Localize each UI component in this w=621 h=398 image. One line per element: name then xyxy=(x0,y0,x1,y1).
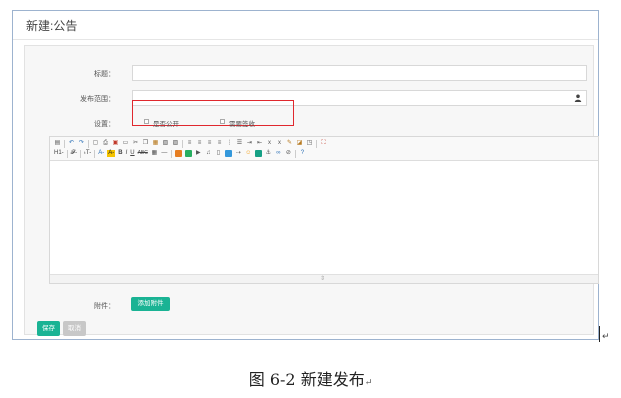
source-icon[interactable]: ▤ xyxy=(54,140,61,147)
scope-label: 发布范围： xyxy=(80,96,115,103)
link-icon[interactable]: ∞ xyxy=(275,150,282,157)
template-icon[interactable]: ▭ xyxy=(122,140,129,147)
public-checkbox-label: 是否公开 xyxy=(153,121,179,128)
toolbar-separator xyxy=(170,149,172,158)
receipt-checkbox-label: 需要签收 xyxy=(229,121,255,128)
editor-content-area[interactable] xyxy=(50,161,598,274)
attachment-label: 附件： xyxy=(94,303,115,310)
toolbar-separator xyxy=(64,139,65,148)
settings-label: 设置： xyxy=(94,121,115,128)
heading-dropdown[interactable]: H1- xyxy=(54,150,64,157)
toolbar-separator xyxy=(294,149,296,158)
add-attachment-button[interactable]: 添加附件 xyxy=(131,297,170,311)
unordered-list-icon[interactable]: ☰ xyxy=(236,140,243,147)
paste-word-icon[interactable]: ▨ xyxy=(172,140,179,147)
subscript-icon[interactable]: x xyxy=(266,140,273,147)
font-size-dropdown[interactable]: ₜT- xyxy=(84,150,91,157)
cancel-button[interactable]: 取消 xyxy=(63,321,86,336)
figure-caption: 图 6-2 新建发布↵ xyxy=(0,366,621,390)
dialog-title: 新建:公告 xyxy=(26,19,78,33)
fullscreen-icon[interactable]: ⛶ xyxy=(320,140,327,147)
ordered-list-icon[interactable]: ⋮ xyxy=(226,140,233,147)
map-icon[interactable] xyxy=(254,150,262,157)
toolbar-separator xyxy=(94,149,96,158)
redo-icon[interactable]: ↷ xyxy=(78,140,85,147)
new-doc-icon[interactable]: ▢ xyxy=(92,140,99,147)
form-panel: 标题： 发布范围： 设置： 是否公开 需要签收 ▤ ↶ ↷ ▢ ⎙ ▣ ▭ ✂ … xyxy=(24,45,599,336)
paste-icon[interactable]: ▦ xyxy=(152,140,159,147)
outdent-icon[interactable]: ⇤ xyxy=(256,140,263,147)
help-icon[interactable]: ? xyxy=(299,150,306,157)
unlink-icon[interactable]: ⊘ xyxy=(285,150,292,157)
save-button[interactable]: 保存 xyxy=(37,321,60,336)
rich-text-editor: ▤ ↶ ↷ ▢ ⎙ ▣ ▭ ✂ ❐ ▦ ▧ ▨ ≡ ≡ ≡ ≡ ⋮ ☰ ⇥ ⇤ … xyxy=(49,136,599,284)
insert-file-icon[interactable]: ▯ xyxy=(215,150,222,157)
underline-button[interactable]: U xyxy=(130,150,134,157)
editor-statusbar: ⇕ xyxy=(50,274,598,283)
cut-icon[interactable]: ✂ xyxy=(132,140,139,147)
toolbar-row-2: H1- 𝓕- ₜT- A- A- B I U ABC ▦ ― ▶ ♫ ▯ ⇢ ☺… xyxy=(54,149,594,158)
media-icon[interactable]: ♫ xyxy=(205,150,212,157)
code-icon[interactable] xyxy=(224,150,232,157)
user-picker-icon[interactable] xyxy=(574,94,582,102)
paste-text-icon[interactable]: ▧ xyxy=(162,140,169,147)
align-left-icon[interactable]: ≡ xyxy=(186,140,193,147)
title-divider xyxy=(13,39,598,40)
select-all-icon[interactable]: ◳ xyxy=(306,140,313,147)
toolbar-separator xyxy=(88,139,89,148)
strikethrough-button[interactable]: ABC xyxy=(138,150,148,157)
anchor-icon[interactable]: ⚓ xyxy=(265,150,272,157)
text-cursor xyxy=(599,326,600,342)
emoticon-icon[interactable]: ☺ xyxy=(245,150,252,157)
undo-icon[interactable]: ↶ xyxy=(68,140,75,147)
indent-icon[interactable]: ⇥ xyxy=(246,140,253,147)
align-center-icon[interactable]: ≡ xyxy=(196,140,203,147)
preview-icon[interactable]: ▣ xyxy=(112,140,119,147)
flash-icon[interactable]: ▶ xyxy=(195,150,202,157)
toolbar-separator xyxy=(316,139,317,148)
toolbar-row-1: ▤ ↶ ↷ ▢ ⎙ ▣ ▭ ✂ ❐ ▦ ▧ ▨ ≡ ≡ ≡ ≡ ⋮ ☰ ⇥ ⇤ … xyxy=(54,139,594,148)
toolbar-separator xyxy=(182,139,183,148)
bold-button[interactable]: B xyxy=(118,150,122,157)
public-checkbox[interactable] xyxy=(144,119,149,124)
paragraph-mark: ↵ xyxy=(602,331,610,341)
dialog-window: 新建:公告 标题： 发布范围： 设置： 是否公开 需要签收 ▤ ↶ ↷ ▢ ⎙ … xyxy=(12,10,599,340)
receipt-checkbox[interactable] xyxy=(220,119,225,124)
copy-icon[interactable]: ❐ xyxy=(142,140,149,147)
background-color-button[interactable]: A- xyxy=(107,150,116,157)
title-label: 标题： xyxy=(94,71,115,78)
superscript-icon[interactable]: x xyxy=(276,140,283,147)
align-right-icon[interactable]: ≡ xyxy=(206,140,213,147)
horizontal-rule-icon[interactable]: ― xyxy=(161,150,168,157)
resize-handle-icon[interactable]: ⇕ xyxy=(320,275,325,283)
editor-toolbar: ▤ ↶ ↷ ▢ ⎙ ▣ ▭ ✂ ❐ ▦ ▧ ▨ ≡ ≡ ≡ ≡ ⋮ ☰ ⇥ ⇤ … xyxy=(50,137,598,161)
title-input[interactable] xyxy=(132,65,587,81)
format-brush-icon[interactable]: ◪ xyxy=(296,140,303,147)
print-icon[interactable]: ⎙ xyxy=(102,140,109,147)
image-icon[interactable] xyxy=(174,150,182,157)
toolbar-separator xyxy=(66,149,68,158)
italic-button[interactable]: I xyxy=(126,150,128,157)
align-justify-icon[interactable]: ≡ xyxy=(216,140,223,147)
font-color-button[interactable]: A- xyxy=(98,150,104,157)
clear-format-icon[interactable]: ✎ xyxy=(286,140,293,147)
toolbar-separator xyxy=(80,149,82,158)
font-family-dropdown[interactable]: 𝓕- xyxy=(71,150,77,157)
table-icon[interactable]: ▦ xyxy=(151,150,158,157)
pagebreak-icon[interactable]: ⇢ xyxy=(235,150,242,157)
multi-image-icon[interactable] xyxy=(184,150,192,157)
caption-text: 图 6-2 新建发布 xyxy=(248,370,365,389)
caption-paragraph-mark: ↵ xyxy=(364,378,373,388)
